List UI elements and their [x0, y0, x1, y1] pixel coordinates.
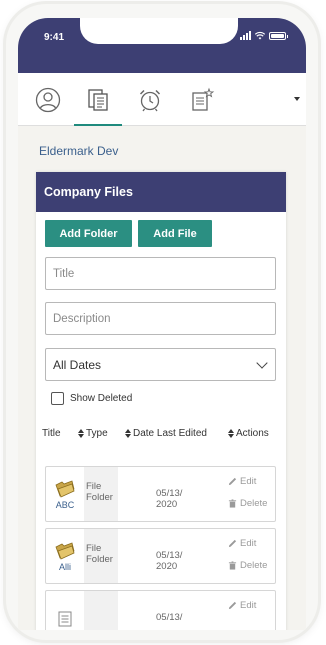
- date-filter-value: All Dates: [53, 357, 102, 372]
- row-type: File Folder: [84, 467, 118, 521]
- caret-down-icon[interactable]: [294, 97, 300, 101]
- row-type: [84, 591, 118, 630]
- trash-icon: [228, 561, 237, 570]
- row-date: 05/13/ 2020: [156, 550, 183, 572]
- person-icon: [35, 87, 61, 112]
- panel-title: Company Files: [36, 172, 286, 212]
- row-date: 05/13/: [156, 612, 183, 623]
- show-deleted-row: Show Deleted: [51, 392, 132, 405]
- date-filter-select[interactable]: All Dates: [45, 348, 276, 381]
- tab-notes[interactable]: [178, 73, 226, 126]
- column-header-date[interactable]: Date Last Edited: [125, 428, 207, 439]
- phone-frame: 9:41 Eldermark Dev Company Files Add Fol…: [6, 4, 318, 640]
- table-row[interactable]: Alli File Folder 05/13/ 2020 Edit Delete: [45, 528, 276, 584]
- pencil-icon: [228, 601, 237, 610]
- app-screen: 9:41 Eldermark Dev Company Files Add Fol…: [18, 18, 306, 630]
- tab-reminders[interactable]: [126, 73, 174, 126]
- trash-icon: [228, 499, 237, 508]
- show-deleted-label: Show Deleted: [70, 393, 133, 404]
- column-header-title[interactable]: Title: [42, 428, 61, 439]
- folder-icon: [55, 542, 75, 560]
- top-nav: [18, 73, 306, 127]
- sort-icon: [125, 429, 131, 438]
- signal-icon: [240, 31, 251, 40]
- main-content: Eldermark Dev Company Files Add Folder A…: [18, 126, 306, 630]
- status-time: 9:41: [44, 32, 65, 43]
- title-input[interactable]: Title: [45, 257, 276, 290]
- tab-documents[interactable]: [74, 73, 122, 127]
- edit-action[interactable]: Edit: [228, 476, 256, 487]
- row-title[interactable]: ABC: [56, 500, 75, 510]
- delete-action[interactable]: Delete: [228, 560, 267, 571]
- column-header-actions[interactable]: Actions: [228, 428, 269, 439]
- pencil-icon: [228, 477, 237, 486]
- alarm-clock-icon: [139, 89, 161, 111]
- edit-action[interactable]: Edit: [228, 600, 256, 611]
- table-row[interactable]: ABC File Folder 05/13/ 2020 Edit Delete: [45, 466, 276, 522]
- add-folder-button[interactable]: Add Folder: [45, 220, 132, 247]
- column-header-type[interactable]: Type: [78, 428, 108, 439]
- status-bar: 9:41: [18, 18, 306, 73]
- notes-star-icon: [192, 87, 215, 111]
- system-icons: [240, 31, 288, 40]
- add-file-button[interactable]: Add File: [138, 220, 212, 247]
- device-notch: [80, 18, 238, 44]
- row-title[interactable]: Alli: [59, 562, 71, 572]
- row-date: 05/13/ 2020: [156, 488, 183, 510]
- description-input[interactable]: Description: [45, 302, 276, 335]
- tab-profile[interactable]: [24, 73, 72, 126]
- row-thumbnail: [46, 591, 84, 630]
- edit-action[interactable]: Edit: [228, 538, 256, 549]
- delete-action[interactable]: Delete: [228, 498, 267, 509]
- folder-icon: [55, 480, 75, 498]
- organization-name[interactable]: Eldermark Dev: [39, 144, 118, 158]
- table-row[interactable]: 05/13/ Edit: [45, 590, 276, 630]
- row-thumbnail: ABC: [46, 467, 84, 521]
- wifi-icon: [255, 31, 265, 40]
- pencil-icon: [228, 539, 237, 548]
- company-files-panel: Company Files Add Folder Add File Title …: [36, 172, 286, 630]
- show-deleted-checkbox[interactable]: [51, 392, 64, 405]
- row-thumbnail: Alli: [46, 529, 84, 583]
- row-type: File Folder: [84, 529, 118, 583]
- sort-icon: [228, 429, 234, 438]
- chevron-down-icon: [256, 357, 268, 369]
- document-icon: [58, 611, 72, 627]
- sort-icon: [78, 429, 84, 438]
- documents-icon: [88, 88, 108, 111]
- battery-icon: [269, 31, 288, 40]
